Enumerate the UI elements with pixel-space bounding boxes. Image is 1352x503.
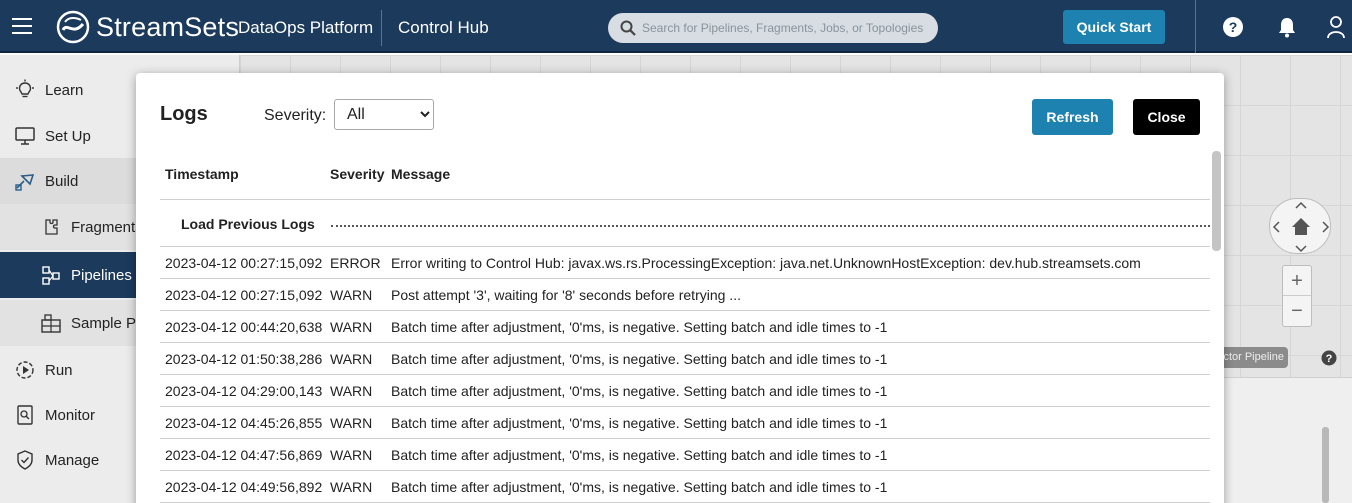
monitor-icon	[15, 127, 35, 145]
sidebar-item-label: Build	[45, 172, 79, 190]
run-icon	[16, 361, 34, 379]
logs-modal: Logs Severity: All Refresh Close Timesta…	[136, 73, 1224, 503]
top-bar: StreamSets DataOps Platform Control Hub …	[0, 0, 1352, 53]
log-message: Batch time after adjustment, '0'ms, is n…	[391, 415, 888, 431]
log-timestamp: 2023-04-12 00:44:20,638	[165, 319, 323, 335]
search-box[interactable]	[608, 13, 938, 43]
log-message: Batch time after adjustment, '0'ms, is n…	[391, 447, 888, 463]
canvas-pan-control[interactable]	[1269, 198, 1331, 254]
log-severity: WARN	[330, 319, 373, 335]
zoom-out-button[interactable]: −	[1283, 296, 1311, 326]
sidebar-item-label: Monitor	[45, 406, 96, 424]
properties-panel	[1210, 377, 1352, 503]
search-input[interactable]	[642, 13, 932, 43]
logo-text: StreamSets	[96, 11, 240, 42]
help-icon[interactable]: ?	[1222, 16, 1244, 38]
hub-name[interactable]: Control Hub	[398, 18, 489, 38]
panel-scrollbar[interactable]	[1322, 427, 1329, 503]
load-previous-logs-link[interactable]: Load Previous Logs	[181, 216, 315, 232]
modal-scrollbar[interactable]	[1212, 151, 1221, 251]
quick-start-button[interactable]: Quick Start	[1063, 10, 1165, 44]
sidebar-item-label: Manage	[45, 451, 100, 469]
log-timestamp: 2023-04-12 00:27:15,092	[165, 255, 323, 271]
log-message: Batch time after adjustment, '0'ms, is n…	[391, 319, 888, 335]
dotted-separator	[331, 225, 1210, 227]
table-row: 2023-04-12 00:44:20,638 WARN Batch time …	[160, 311, 1210, 343]
refresh-button[interactable]: Refresh	[1032, 99, 1113, 135]
home-icon	[1272, 201, 1330, 253]
severity-label: Severity:	[264, 107, 327, 124]
sidebar-item-label: Learn	[45, 81, 84, 99]
shield-icon	[17, 450, 33, 470]
log-timestamp: 2023-04-12 00:27:15,092	[165, 287, 323, 303]
table-row: 2023-04-12 04:29:00,143 WARN Batch time …	[160, 375, 1210, 407]
sidebar-item-label: Pipelines	[71, 266, 132, 284]
table-row: 2023-04-12 01:50:38,286 WARN Batch time …	[160, 343, 1210, 375]
sidebar-item-label: Fragments	[71, 218, 143, 236]
log-severity: WARN	[330, 479, 373, 495]
search-icon	[620, 20, 636, 36]
monitor-report-icon	[17, 405, 33, 425]
zoom-control[interactable]: + −	[1282, 265, 1312, 327]
streamsets-logo-icon	[56, 10, 90, 44]
logs-table: Timestamp Severity Message Load Previous…	[160, 151, 1210, 503]
menu-icon[interactable]	[12, 18, 32, 34]
log-timestamp: 2023-04-12 04:29:00,143	[165, 383, 323, 399]
sample-pipeline-icon	[41, 314, 61, 333]
log-severity: ERROR	[330, 255, 381, 271]
log-severity: WARN	[330, 383, 373, 399]
close-button[interactable]: Close	[1133, 99, 1200, 135]
pipeline-icon	[42, 266, 60, 285]
svg-text:?: ?	[1229, 19, 1238, 35]
table-row: 2023-04-12 00:27:15,092 ERROR Error writ…	[160, 247, 1210, 279]
log-timestamp: 2023-04-12 01:50:38,286	[165, 351, 323, 367]
logo[interactable]: StreamSets	[56, 10, 239, 44]
log-severity: WARN	[330, 447, 373, 463]
log-severity: WARN	[330, 287, 373, 303]
table-row: 2023-04-12 04:47:56,869 WARN Batch time …	[160, 439, 1210, 471]
divider	[381, 10, 382, 46]
table-header: Timestamp Severity Message	[160, 151, 1210, 200]
column-header-message: Message	[391, 166, 451, 182]
sidebar-item-label: Run	[45, 361, 73, 379]
sidebar-item-label: Set Up	[45, 127, 91, 145]
lightbulb-icon	[16, 79, 34, 98]
log-severity: WARN	[330, 351, 373, 367]
user-icon[interactable]	[1326, 15, 1346, 39]
log-message: Batch time after adjustment, '0'ms, is n…	[391, 351, 888, 367]
log-timestamp: 2023-04-12 04:47:56,869	[165, 447, 323, 463]
table-row: 2023-04-12 00:27:15,092 WARN Post attemp…	[160, 279, 1210, 311]
help-icon[interactable]: ?	[1321, 350, 1337, 366]
column-header-timestamp: Timestamp	[165, 166, 239, 182]
log-message: Post attempt '3', waiting for '8' second…	[391, 287, 741, 303]
column-header-severity: Severity	[330, 166, 385, 182]
log-timestamp: 2023-04-12 04:45:26,855	[165, 415, 323, 431]
log-message: Batch time after adjustment, '0'ms, is n…	[391, 383, 888, 399]
severity-select[interactable]: All	[334, 99, 434, 130]
table-row: 2023-04-12 04:45:26,855 WARN Batch time …	[160, 407, 1210, 439]
divider	[1195, 0, 1196, 53]
build-icon	[15, 174, 35, 191]
fragment-icon	[45, 219, 58, 235]
table-row: 2023-04-12 04:49:56,892 WARN Batch time …	[160, 471, 1210, 503]
load-previous-row[interactable]: Load Previous Logs	[160, 200, 1210, 247]
log-message: Batch time after adjustment, '0'ms, is n…	[391, 479, 888, 495]
log-message: Error writing to Control Hub: javax.ws.r…	[391, 255, 1141, 271]
modal-title: Logs	[160, 103, 208, 125]
product-name: DataOps Platform	[238, 18, 374, 37]
log-timestamp: 2023-04-12 04:49:56,892	[165, 479, 323, 495]
svg-text:?: ?	[1326, 353, 1333, 365]
log-severity: WARN	[330, 415, 373, 431]
bell-icon[interactable]	[1277, 16, 1297, 38]
zoom-in-button[interactable]: +	[1283, 266, 1311, 296]
